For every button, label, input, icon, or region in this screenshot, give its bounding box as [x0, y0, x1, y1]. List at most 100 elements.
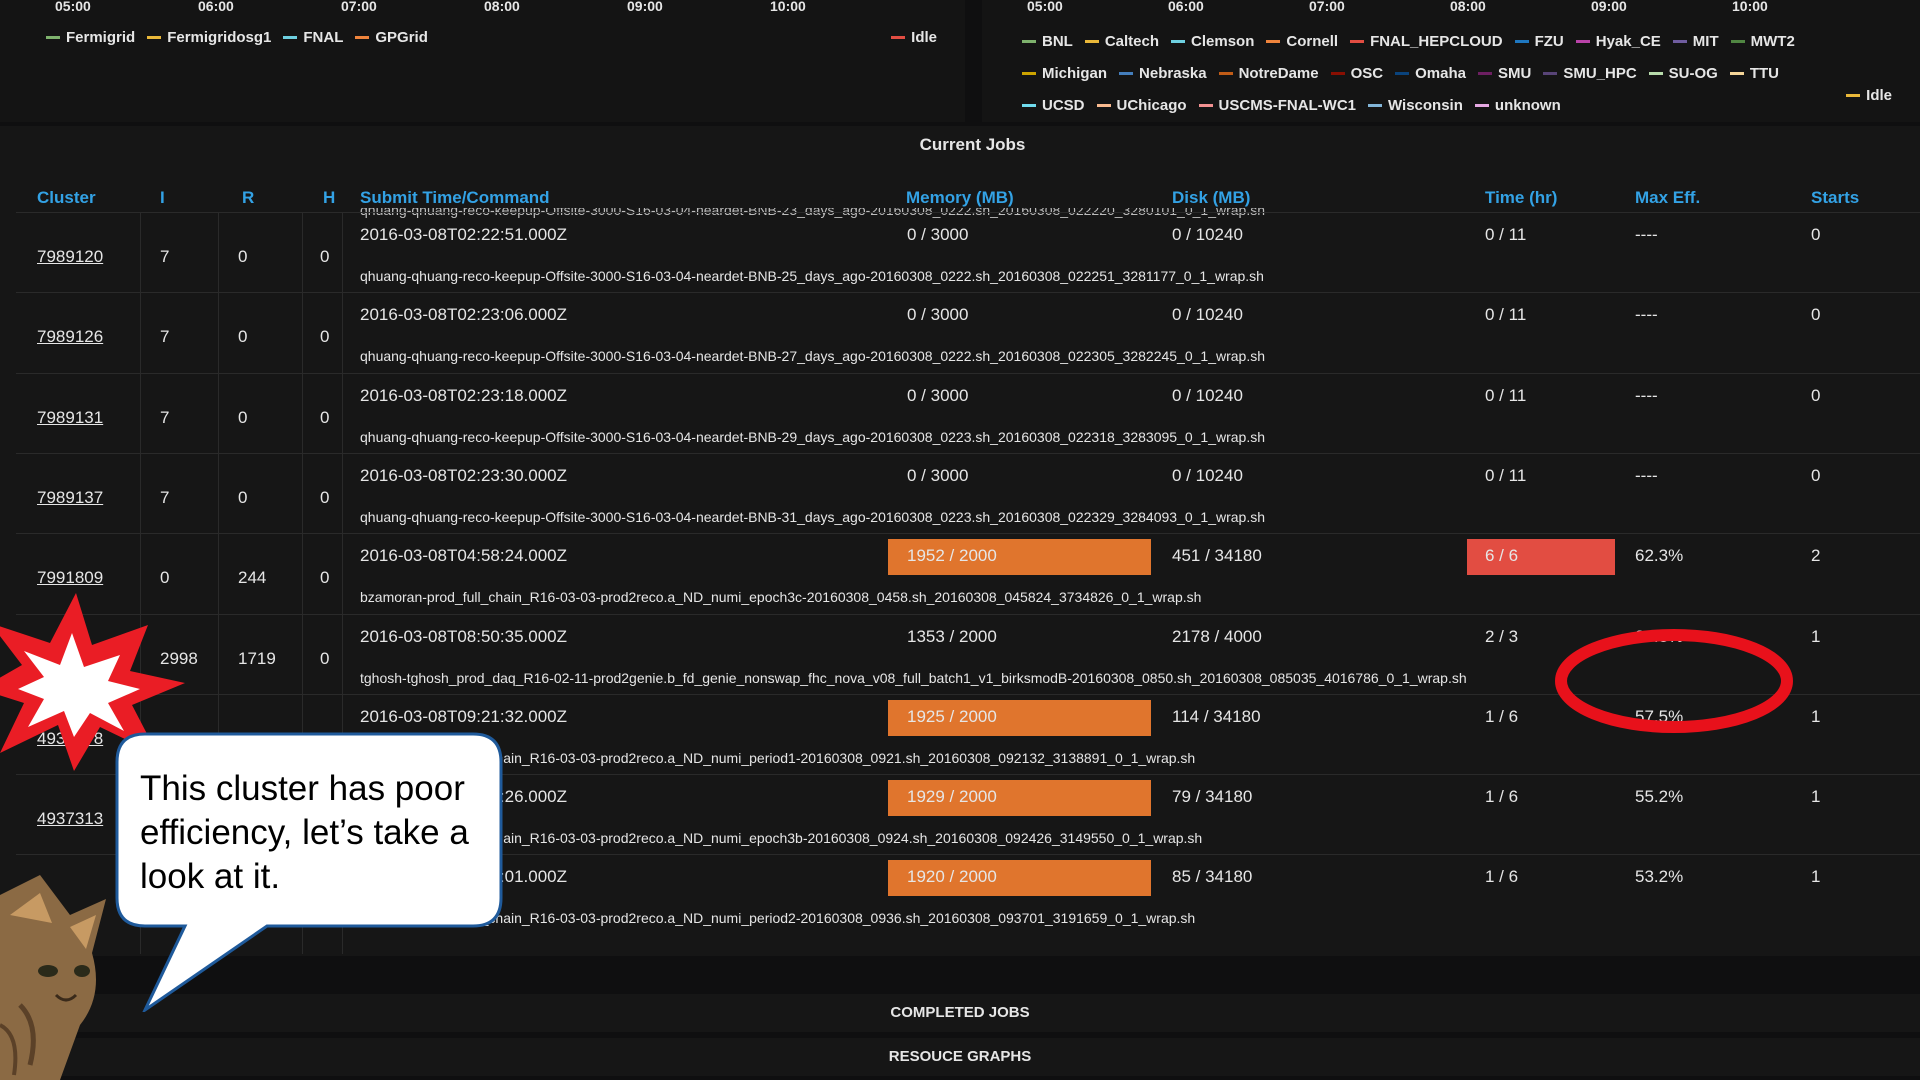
legend-item[interactable]: Caltech — [1084, 27, 1159, 56]
legend-item[interactable]: SMU — [1477, 59, 1531, 88]
legend-swatch — [46, 36, 60, 39]
time-usage: 0 / 11 — [1485, 225, 1527, 244]
header-submit[interactable]: Submit Time/Command — [360, 188, 550, 208]
legend-item[interactable]: FNAL_HEPCLOUD — [1350, 27, 1503, 56]
legend-item[interactable]: BNL — [1022, 27, 1073, 56]
start-count: 2 — [1811, 546, 1821, 566]
start-count: 0 — [1811, 465, 1821, 485]
legend-item[interactable]: MWT2 — [1730, 27, 1795, 56]
header-running[interactable]: R — [242, 188, 254, 208]
legend-label: BNL — [1042, 33, 1073, 50]
time-tick: 08:00 — [484, 0, 520, 14]
legend-label: SU-OG — [1668, 65, 1718, 82]
header-disk[interactable]: Disk (MB) — [1172, 188, 1250, 208]
legend-swatch — [1514, 40, 1529, 43]
legend-swatch — [1474, 104, 1489, 107]
disk-usage: 0 / 10240 — [1172, 305, 1243, 325]
max-efficiency: 53.2% — [1635, 867, 1684, 887]
header-idle[interactable]: I — [160, 188, 165, 208]
time-axis: 05:00 06:00 07:00 08:00 09:00 10:00 — [982, 0, 1920, 16]
legend-item[interactable]: Wisconsin — [1368, 91, 1463, 120]
time-usage: 1 / 6 — [1485, 867, 1519, 887]
legend-item[interactable]: UChicago — [1096, 91, 1187, 120]
time-tick: 05:00 — [55, 0, 91, 14]
legend-swatch — [1266, 40, 1281, 43]
legend-item[interactable]: OSC — [1330, 59, 1383, 88]
start-count: 1 — [1811, 867, 1821, 887]
legend-item[interactable]: Cornell — [1266, 27, 1338, 56]
legend-item[interactable]: unknown — [1474, 91, 1561, 120]
running-count: 244 — [238, 568, 267, 588]
section-title: Current Jobs — [919, 135, 1026, 154]
legend-item[interactable]: NotreDame — [1218, 59, 1319, 88]
legend-label: UChicago — [1116, 97, 1187, 114]
header-cluster[interactable]: Cluster — [37, 188, 96, 208]
memory-usage: 1952 / 2000 — [907, 546, 997, 566]
legend-label: unknown — [1494, 97, 1561, 114]
legend-item[interactable]: Fermigridosg1 — [147, 27, 271, 49]
legend-item[interactable]: Clemson — [1171, 27, 1254, 56]
legend-swatch — [147, 36, 162, 39]
max-efficiency: ---- — [1635, 225, 1658, 244]
legend-swatch — [1198, 104, 1213, 107]
legend-item[interactable]: SU-OG — [1648, 59, 1718, 88]
time-tick: 07:00 — [341, 0, 377, 14]
cluster-link[interactable]: 7989137 — [37, 488, 103, 508]
legend-swatch — [1672, 40, 1687, 43]
legend-item[interactable]: TTU — [1729, 59, 1779, 88]
header-time[interactable]: Time (hr) — [1485, 188, 1557, 208]
legend-item-idle[interactable]: Idle — [1846, 84, 1892, 106]
legend-item[interactable]: SMU_HPC — [1543, 59, 1637, 88]
job-command: qhuang-qhuang-reco-keepup-Offsite-3000-S… — [360, 428, 1266, 445]
header-starts[interactable]: Starts — [1811, 188, 1859, 208]
time-usage: 0 / 11 — [1485, 465, 1527, 485]
running-count: 0 — [238, 487, 248, 507]
legend-label: MWT2 — [1750, 33, 1795, 50]
legend-label: Wisconsin — [1388, 97, 1463, 114]
legend-label: Michigan — [1042, 65, 1108, 82]
submit-time: 2016-03-08T02:23:06.000Z — [360, 305, 567, 325]
running-count: 0 — [238, 247, 248, 266]
cluster-link[interactable]: 7989131 — [37, 408, 103, 428]
legend-label: Clemson — [1191, 33, 1255, 50]
resource-graphs-section[interactable]: RESOUCE GRAPHS — [0, 1038, 1920, 1076]
start-count: 1 — [1811, 626, 1821, 646]
legend-swatch — [283, 36, 298, 39]
legend-item[interactable]: FNAL — [283, 27, 343, 49]
legend-item[interactable]: GPGrid — [355, 27, 428, 49]
submit-time: 2016-03-08T08:50:35.000Z — [360, 626, 567, 646]
legend-label: GPGrid — [375, 29, 428, 46]
header-held[interactable]: H — [323, 188, 335, 208]
graph-legend: BNL Caltech Clemson Cornell FNAL_HEPCLOUD FZU… — [1022, 24, 1842, 120]
disk-usage: 0 / 10240 — [1172, 225, 1243, 244]
legend-swatch — [1648, 72, 1663, 75]
legend-item[interactable]: Hyak_CE — [1575, 27, 1661, 56]
disk-usage: 0 / 10240 — [1172, 385, 1243, 405]
legend-item[interactable]: Fermigrid — [46, 27, 135, 49]
cluster-link[interactable]: 7989126 — [37, 327, 103, 347]
time-tick: 06:00 — [198, 0, 234, 14]
legend-item[interactable]: MIT — [1672, 27, 1719, 56]
legend-item[interactable]: USCMS-FNAL-WC1 — [1198, 91, 1356, 120]
legend-item-idle[interactable]: Idle — [891, 26, 937, 48]
legend-label: Idle — [1866, 86, 1892, 104]
start-count: 0 — [1811, 225, 1821, 244]
cluster-link[interactable]: 7989120 — [37, 247, 103, 267]
idle-count: 7 — [160, 487, 170, 507]
start-count: 1 — [1811, 787, 1821, 807]
table-row: 7989126 7 0 0 2016-03-08T02:23:06.000Z 0 / 30… — [0, 305, 1920, 386]
submit-time: 2016-03-08T02:22:51.000Z — [360, 225, 567, 244]
legend-item[interactable]: Nebraska — [1119, 59, 1207, 88]
legend-swatch — [1730, 40, 1745, 43]
legend-item[interactable]: FZU — [1514, 27, 1564, 56]
header-memory[interactable]: Memory (MB) — [906, 188, 1014, 208]
legend-item[interactable]: UCSD — [1022, 91, 1085, 120]
header-max-eff[interactable]: Max Eff. — [1635, 188, 1700, 208]
disk-usage: 0 / 10240 — [1172, 465, 1243, 485]
row-divider — [16, 613, 1920, 615]
table-row: 7991809 0 244 0 2016-03-08T04:58:24.000Z 1952… — [0, 539, 1920, 627]
legend-item[interactable]: Omaha — [1395, 59, 1466, 88]
legend-item[interactable]: Michigan — [1022, 59, 1107, 88]
cluster-link[interactable]: 4937313 — [37, 809, 103, 829]
running-count: 0 — [238, 327, 248, 347]
